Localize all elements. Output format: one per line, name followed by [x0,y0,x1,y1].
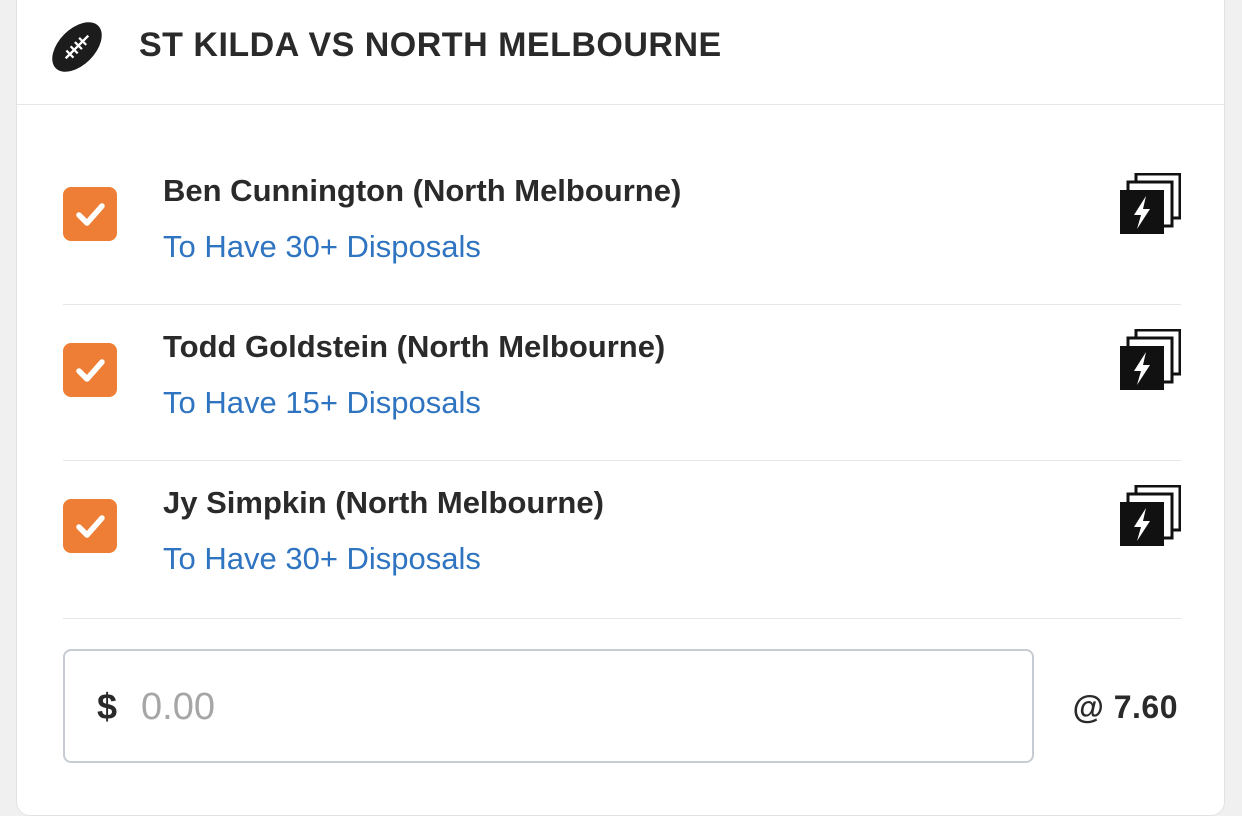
currency-symbol: $ [97,686,118,727]
football-icon [52,22,102,72]
same-game-multi-icon[interactable] [1119,485,1181,547]
selection-checkbox[interactable] [63,499,117,553]
selection-checkbox[interactable] [63,187,117,241]
match-header: ST KILDA VS NORTH MELBOURNE [17,1,1224,105]
odds-value: @ 7.60 [1072,689,1178,725]
player-name: Todd Goldstein (North Melbourne) [163,329,666,364]
checkmark-icon [76,359,105,382]
stake-input[interactable] [141,677,741,737]
multi-bet-card: ST KILDA VS NORTH MELBOURNE Ben Cunningt… [16,0,1225,816]
market-link[interactable]: To Have 30+ Disposals [163,539,481,579]
selection-row: Jy Simpkin (North Melbourne) To Have 30+… [63,461,1181,619]
market-link[interactable]: To Have 30+ Disposals [163,227,481,267]
player-name: Ben Cunnington (North Melbourne) [163,173,682,208]
selection-row: Ben Cunnington (North Melbourne) To Have… [63,149,1181,305]
match-title: ST KILDA VS NORTH MELBOURNE [139,26,722,64]
player-name: Jy Simpkin (North Melbourne) [163,485,604,520]
market-link[interactable]: To Have 15+ Disposals [163,383,481,423]
selection-checkbox[interactable] [63,343,117,397]
checkmark-icon [76,515,105,538]
same-game-multi-icon[interactable] [1119,173,1181,235]
same-game-multi-icon[interactable] [1119,329,1181,391]
checkmark-icon [76,203,105,226]
selection-row: Todd Goldstein (North Melbourne) To Have… [63,305,1181,461]
stake-field[interactable]: $ [63,649,1034,763]
